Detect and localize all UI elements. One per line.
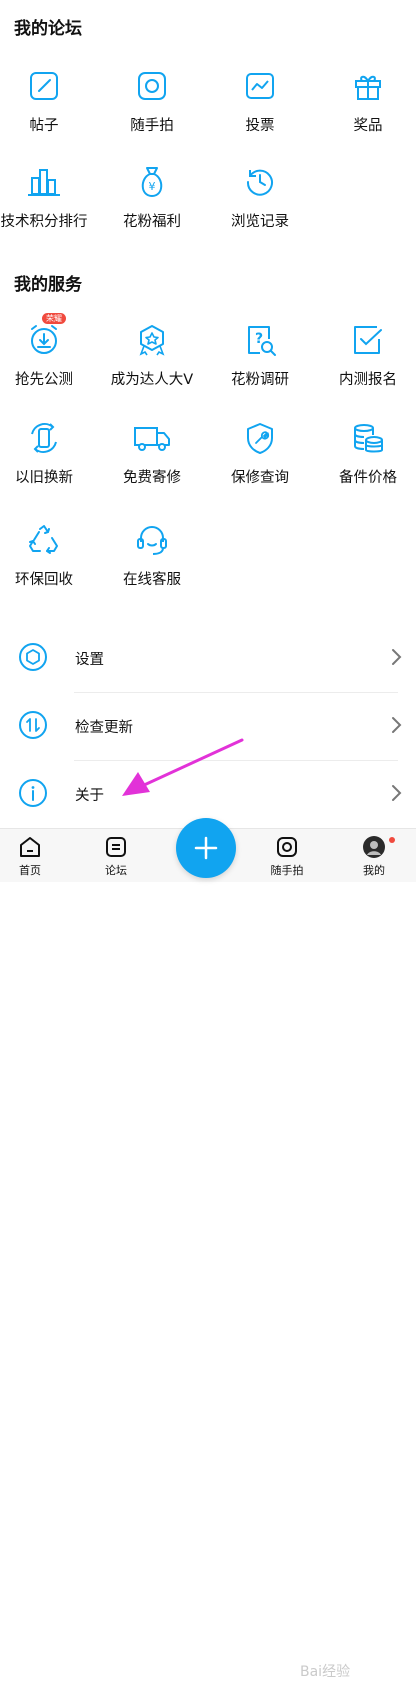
nav-label: 论坛 bbox=[105, 864, 127, 877]
list-item-settings[interactable]: 设置 bbox=[0, 626, 416, 692]
annotation-arrow-icon bbox=[120, 738, 245, 800]
grid-label: 浏览记录 bbox=[231, 214, 289, 230]
badge-honor: 荣耀 bbox=[42, 313, 66, 324]
list-item-label: 检查更新 bbox=[75, 720, 133, 736]
notification-dot bbox=[389, 837, 395, 843]
grid-item-early-test[interactable]: 荣耀 抢先公测 bbox=[0, 313, 96, 389]
forum-icon bbox=[104, 835, 128, 859]
grid-label: 在线客服 bbox=[123, 572, 181, 588]
grid-item-parts-price[interactable]: 备件价格 bbox=[316, 418, 416, 487]
phone-trade-icon bbox=[24, 418, 64, 458]
money-bag-icon: ¥ bbox=[132, 162, 172, 202]
nav-label: 首页 bbox=[19, 864, 41, 877]
grid-item-tech-ranking[interactable]: 技术积分排行 bbox=[0, 162, 96, 231]
chevron-right-icon bbox=[390, 716, 402, 734]
camera-icon bbox=[132, 66, 172, 106]
grid-item-free-repair-mail[interactable]: 免费寄修 bbox=[100, 418, 204, 487]
shield-wrench-icon bbox=[240, 418, 280, 458]
edit-post-icon bbox=[24, 66, 64, 106]
grid-item-vote[interactable]: 投票 bbox=[208, 66, 312, 135]
checkbox-icon bbox=[348, 320, 388, 360]
grid-item-snap[interactable]: 随手拍 bbox=[100, 66, 204, 135]
grid-label: 花粉调研 bbox=[231, 372, 289, 388]
grid-label: 环保回收 bbox=[15, 572, 73, 588]
grid-label: 抢先公测 bbox=[15, 372, 73, 388]
nav-label: 随手拍 bbox=[270, 864, 304, 877]
svg-text:¥: ¥ bbox=[149, 180, 156, 193]
grid-item-prize[interactable]: 奖品 bbox=[316, 66, 416, 135]
info-icon bbox=[18, 778, 48, 808]
truck-icon bbox=[132, 418, 172, 458]
grid-item-beta-signup[interactable]: 内测报名 bbox=[316, 320, 416, 389]
nav-home[interactable]: 首页 bbox=[0, 835, 60, 878]
update-arrows-icon bbox=[18, 710, 48, 740]
camera-icon bbox=[275, 835, 299, 859]
divider bbox=[74, 692, 398, 693]
medal-icon bbox=[132, 320, 172, 360]
grid-label: 技术积分排行 bbox=[0, 214, 88, 230]
grid-label: 成为达人大V bbox=[110, 372, 194, 388]
section-title-forum: 我的论坛 bbox=[14, 19, 82, 39]
grid-label: 以旧换新 bbox=[15, 470, 73, 486]
list-item-label: 关于 bbox=[75, 788, 104, 804]
grid-item-become-kol[interactable]: 成为达人大V bbox=[100, 320, 204, 389]
grid-item-posts[interactable]: 帖子 bbox=[0, 66, 96, 135]
survey-search-icon: ? bbox=[240, 320, 280, 360]
download-alarm-icon: 荣耀 bbox=[24, 313, 66, 360]
chevron-right-icon bbox=[390, 784, 402, 802]
grid-label: 备件价格 bbox=[339, 470, 397, 486]
section-title-services: 我的服务 bbox=[14, 275, 82, 295]
plus-icon bbox=[193, 835, 219, 861]
ranking-bars-icon bbox=[24, 162, 64, 202]
list-item-label: 设置 bbox=[75, 652, 104, 668]
grid-item-warranty-check[interactable]: 保修查询 bbox=[208, 418, 312, 487]
grid-label: 免费寄修 bbox=[123, 470, 181, 486]
post-plus-button[interactable] bbox=[176, 818, 236, 878]
recycle-icon bbox=[24, 520, 64, 560]
chevron-right-icon bbox=[390, 648, 402, 666]
grid-label: 保修查询 bbox=[231, 470, 289, 486]
grid-item-history[interactable]: 浏览记录 bbox=[208, 162, 312, 231]
hexagon-settings-icon bbox=[18, 642, 48, 672]
grid-item-trade-in[interactable]: 以旧换新 bbox=[0, 418, 96, 487]
grid-label: 投票 bbox=[245, 118, 275, 134]
profile-avatar-icon bbox=[362, 835, 386, 859]
home-icon bbox=[18, 835, 42, 859]
history-icon bbox=[240, 162, 280, 202]
grid-label: 奖品 bbox=[353, 118, 383, 134]
grid-label: 随手拍 bbox=[130, 118, 174, 134]
grid-item-recycle[interactable]: 环保回收 bbox=[0, 520, 96, 589]
watermark: Bai经验 bbox=[300, 1664, 351, 1680]
headset-icon bbox=[132, 520, 172, 560]
grid-item-fan-welfare[interactable]: ¥ 花粉福利 bbox=[100, 162, 204, 231]
grid-label: 内测报名 bbox=[339, 372, 397, 388]
nav-mine[interactable]: 我的 bbox=[344, 835, 404, 878]
grid-item-fan-survey[interactable]: ? 花粉调研 bbox=[208, 320, 312, 389]
nav-snap[interactable]: 随手拍 bbox=[257, 835, 317, 878]
grid-item-online-support[interactable]: 在线客服 bbox=[100, 520, 204, 589]
coins-icon bbox=[348, 418, 388, 458]
gift-icon bbox=[348, 66, 388, 106]
nav-forum[interactable]: 论坛 bbox=[86, 835, 146, 878]
grid-label: 帖子 bbox=[29, 118, 59, 134]
vote-chart-icon bbox=[240, 66, 280, 106]
grid-label: 花粉福利 bbox=[123, 214, 181, 230]
nav-label: 我的 bbox=[363, 864, 385, 877]
